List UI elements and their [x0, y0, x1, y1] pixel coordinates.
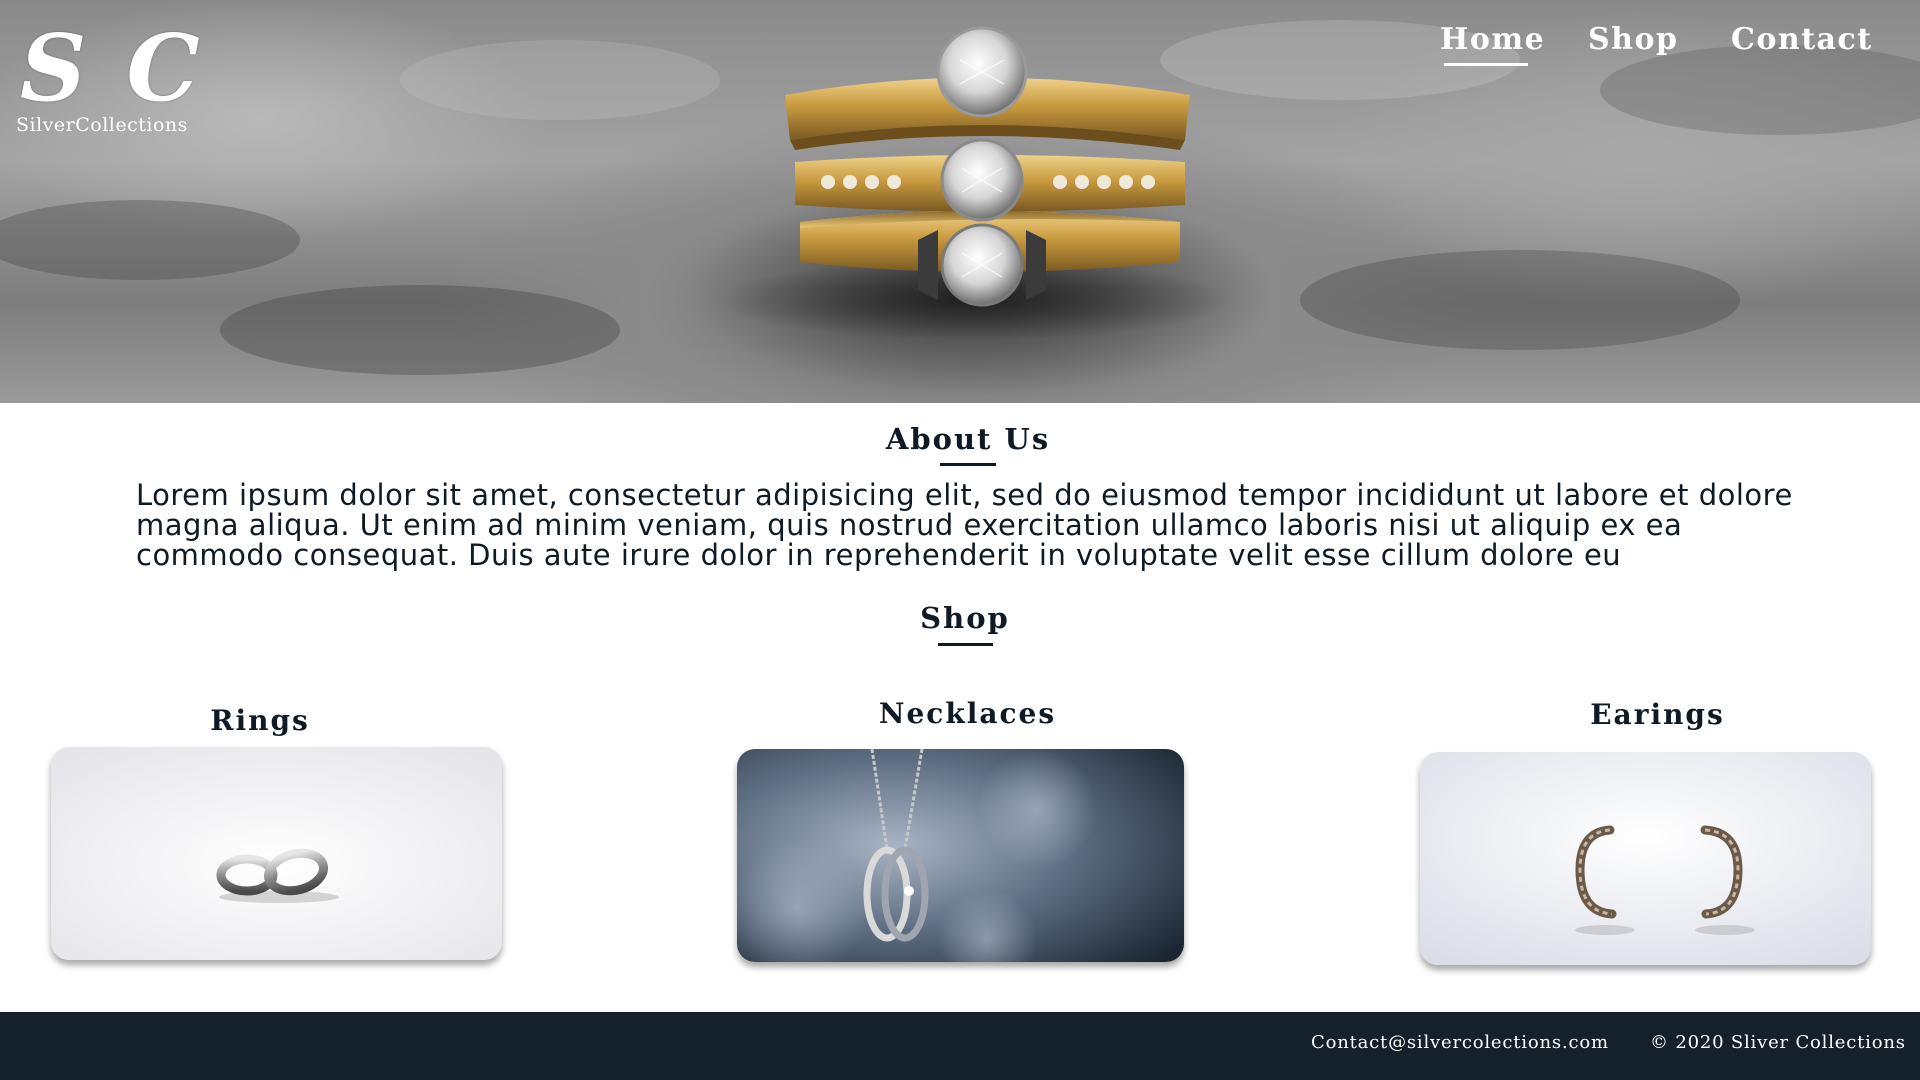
category-card-necklaces[interactable]	[737, 749, 1184, 962]
nav-active-indicator	[1444, 63, 1528, 66]
category-label-earings: Earings	[1590, 698, 1725, 731]
footer-contact-email[interactable]: Contact@silvercolections.com	[1311, 1032, 1609, 1053]
earings-image	[1420, 752, 1871, 965]
site-footer: Contact@silvercolections.com © 2020 Sliv…	[0, 1012, 1920, 1080]
logo-letter-s: S	[20, 14, 91, 122]
shop-title: Shop	[920, 601, 1010, 635]
necklaces-image	[737, 749, 1184, 962]
brand-logo[interactable]: S C SilverCollections	[14, 18, 204, 140]
rings-image	[51, 747, 502, 960]
category-label-necklaces: Necklaces	[878, 697, 1057, 730]
about-title-underline	[940, 463, 996, 466]
category-label-rings: Rings	[210, 704, 310, 737]
nav-shop-link[interactable]: Shop	[1588, 22, 1678, 57]
shop-title-underline	[938, 643, 993, 646]
hero-banner: S C SilverCollections Home Shop Contact	[0, 0, 1920, 403]
logo-letter-c: C	[126, 14, 204, 122]
nav-contact-link[interactable]: Contact	[1731, 22, 1873, 57]
main-nav: Home Shop Contact	[1400, 22, 1920, 72]
nav-home-link[interactable]: Home	[1440, 22, 1545, 57]
logo-monogram: S C	[20, 18, 204, 118]
category-card-rings[interactable]	[51, 747, 502, 960]
category-card-earings[interactable]	[1420, 752, 1871, 965]
footer-copyright: © 2020 Sliver Collections	[1650, 1032, 1906, 1053]
brand-name: SilverCollections	[16, 114, 188, 136]
about-title: About Us	[885, 422, 1051, 456]
about-text: Lorem ipsum dolor sit amet, consectetur …	[136, 478, 1793, 572]
